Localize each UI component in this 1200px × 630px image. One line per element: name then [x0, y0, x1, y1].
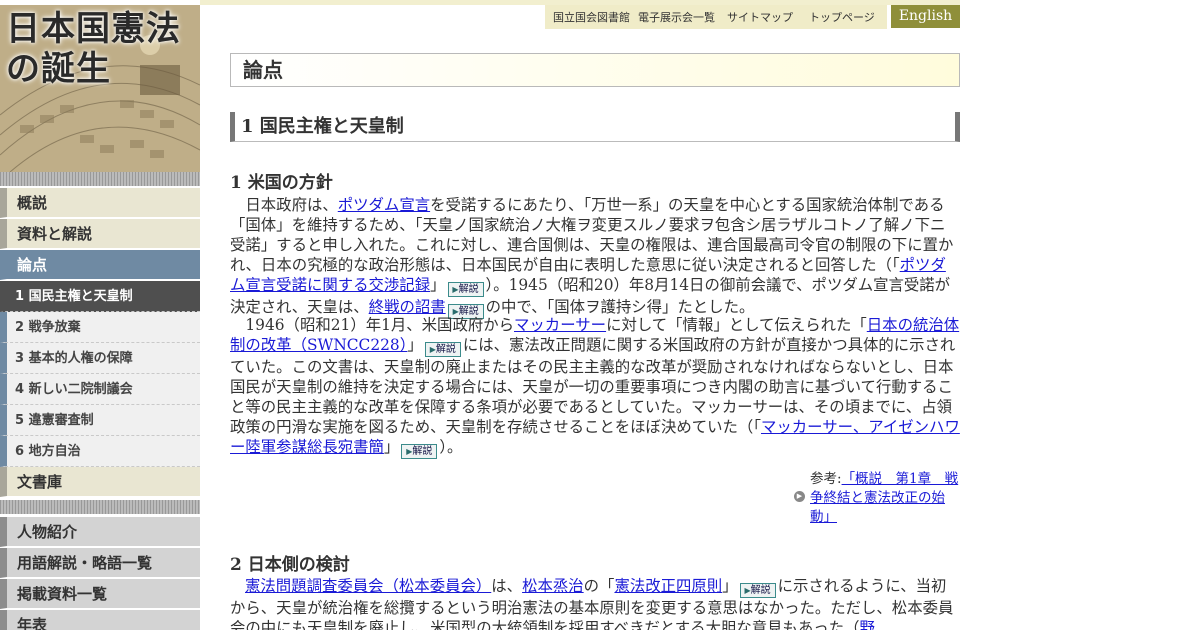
nav-exhibitions-link[interactable]: 電子展示会一覧: [638, 9, 715, 25]
paragraph-2: 1946（昭和21）年1月、米国政府からマッカーサーに対して「情報」として伝えら…: [230, 315, 960, 459]
page-title: 論点: [230, 53, 960, 87]
sidebar-subitem-1[interactable]: 1 国民主権と天皇制: [0, 281, 200, 312]
sidebar-item-materials-list[interactable]: 掲載資料一覧: [0, 579, 200, 609]
link-matsumoto-committee[interactable]: 憲法問題調査委員会（松本委員会）: [245, 577, 491, 595]
text: 1946（昭和21）年1月、米国政府から: [230, 316, 515, 334]
commentary-icon[interactable]: 解説: [447, 282, 484, 297]
link-potsdam-declaration[interactable]: ポツダム宣言: [338, 196, 430, 214]
site-logo[interactable]: 日本国憲法の誕生: [0, 5, 200, 172]
nav-ndl-link[interactable]: 国立国会図書館: [553, 9, 630, 25]
sidebar-item-overview[interactable]: 概説: [0, 188, 200, 218]
link-continued[interactable]: 野: [859, 619, 874, 630]
sidebar-item-issues[interactable]: 論点: [0, 250, 200, 280]
text: の「: [583, 577, 615, 595]
commentary-icon[interactable]: 解説: [424, 342, 461, 357]
text: ）。: [439, 438, 463, 456]
paragraph-3: 憲法問題調査委員会（松本委員会）は、松本烝治の「憲法改正四原則」解説に示されるよ…: [230, 576, 960, 630]
section-title: 1 国民主権と天皇制: [230, 112, 960, 142]
link-macarthur[interactable]: マッカーサー: [514, 316, 606, 334]
sidebar: 日本国憲法の誕生 概説 資料と解説 論点 1 国民主権と天皇制 2 戦争放棄 3…: [0, 0, 200, 630]
commentary-icon[interactable]: 解説: [401, 444, 438, 459]
sidebar-item-materials[interactable]: 資料と解説: [0, 219, 200, 249]
text: 」: [722, 577, 738, 595]
link-imperial-rescript[interactable]: 終戦の詔書: [369, 298, 446, 316]
link-matsumoto-joji[interactable]: 松本烝治: [522, 577, 584, 595]
subheading-japan-review: 2 日本側の検討: [230, 555, 350, 575]
nav-top-link[interactable]: トップページ: [809, 9, 875, 25]
reference-note: 参考:「概説 第1章 戦争終結と憲法改正の始動」: [810, 470, 960, 527]
text: 日本政府は、: [230, 196, 338, 214]
text: は、: [491, 577, 523, 595]
link-four-principles[interactable]: 憲法改正四原則: [614, 577, 722, 595]
arrow-bullet-icon: ▶: [794, 491, 805, 502]
sidebar-subitem-4[interactable]: 4 新しい二院制議会: [0, 374, 200, 405]
sidebar-subitem-5[interactable]: 5 違憲審査制: [0, 405, 200, 436]
english-button[interactable]: English: [891, 5, 960, 28]
text: 」: [383, 438, 400, 456]
sidebar-subitem-3[interactable]: 3 基本的人権の保障: [0, 343, 200, 374]
paragraph-1: 日本政府は、ポツダム宣言を受諾するにあたり、「万世一系」の天皇を中心とする国家統…: [230, 195, 960, 319]
sidebar-item-people[interactable]: 人物紹介: [0, 517, 200, 547]
reference-prefix: 参考:: [810, 471, 842, 487]
sidebar-subitem-2[interactable]: 2 戦争放棄: [0, 312, 200, 343]
sidebar-divider-2: [0, 500, 200, 514]
sidebar-divider: [0, 172, 200, 186]
sidebar-item-glossary[interactable]: 用語解説・略語一覧: [0, 548, 200, 578]
top-nav: 国立国会図書館 電子展示会一覧 サイトマップ トップページ: [545, 5, 887, 29]
sidebar-subitem-6[interactable]: 6 地方自治: [0, 436, 200, 467]
sidebar-item-chronology[interactable]: 年表: [0, 610, 200, 630]
subheading-us-policy: 1 米国の方針: [230, 173, 333, 193]
nav-sitemap-link[interactable]: サイトマップ: [727, 9, 793, 25]
text: に対して「情報」として伝えられた「: [606, 316, 867, 334]
logo-title: 日本国憲法の誕生: [6, 9, 181, 89]
text: 」: [430, 276, 446, 294]
sidebar-item-archive[interactable]: 文書庫: [0, 467, 200, 497]
text: 」: [407, 336, 423, 354]
commentary-icon[interactable]: 解説: [739, 583, 776, 598]
text: の中で、「国体ヲ護持シ得」たとした。: [485, 298, 755, 316]
